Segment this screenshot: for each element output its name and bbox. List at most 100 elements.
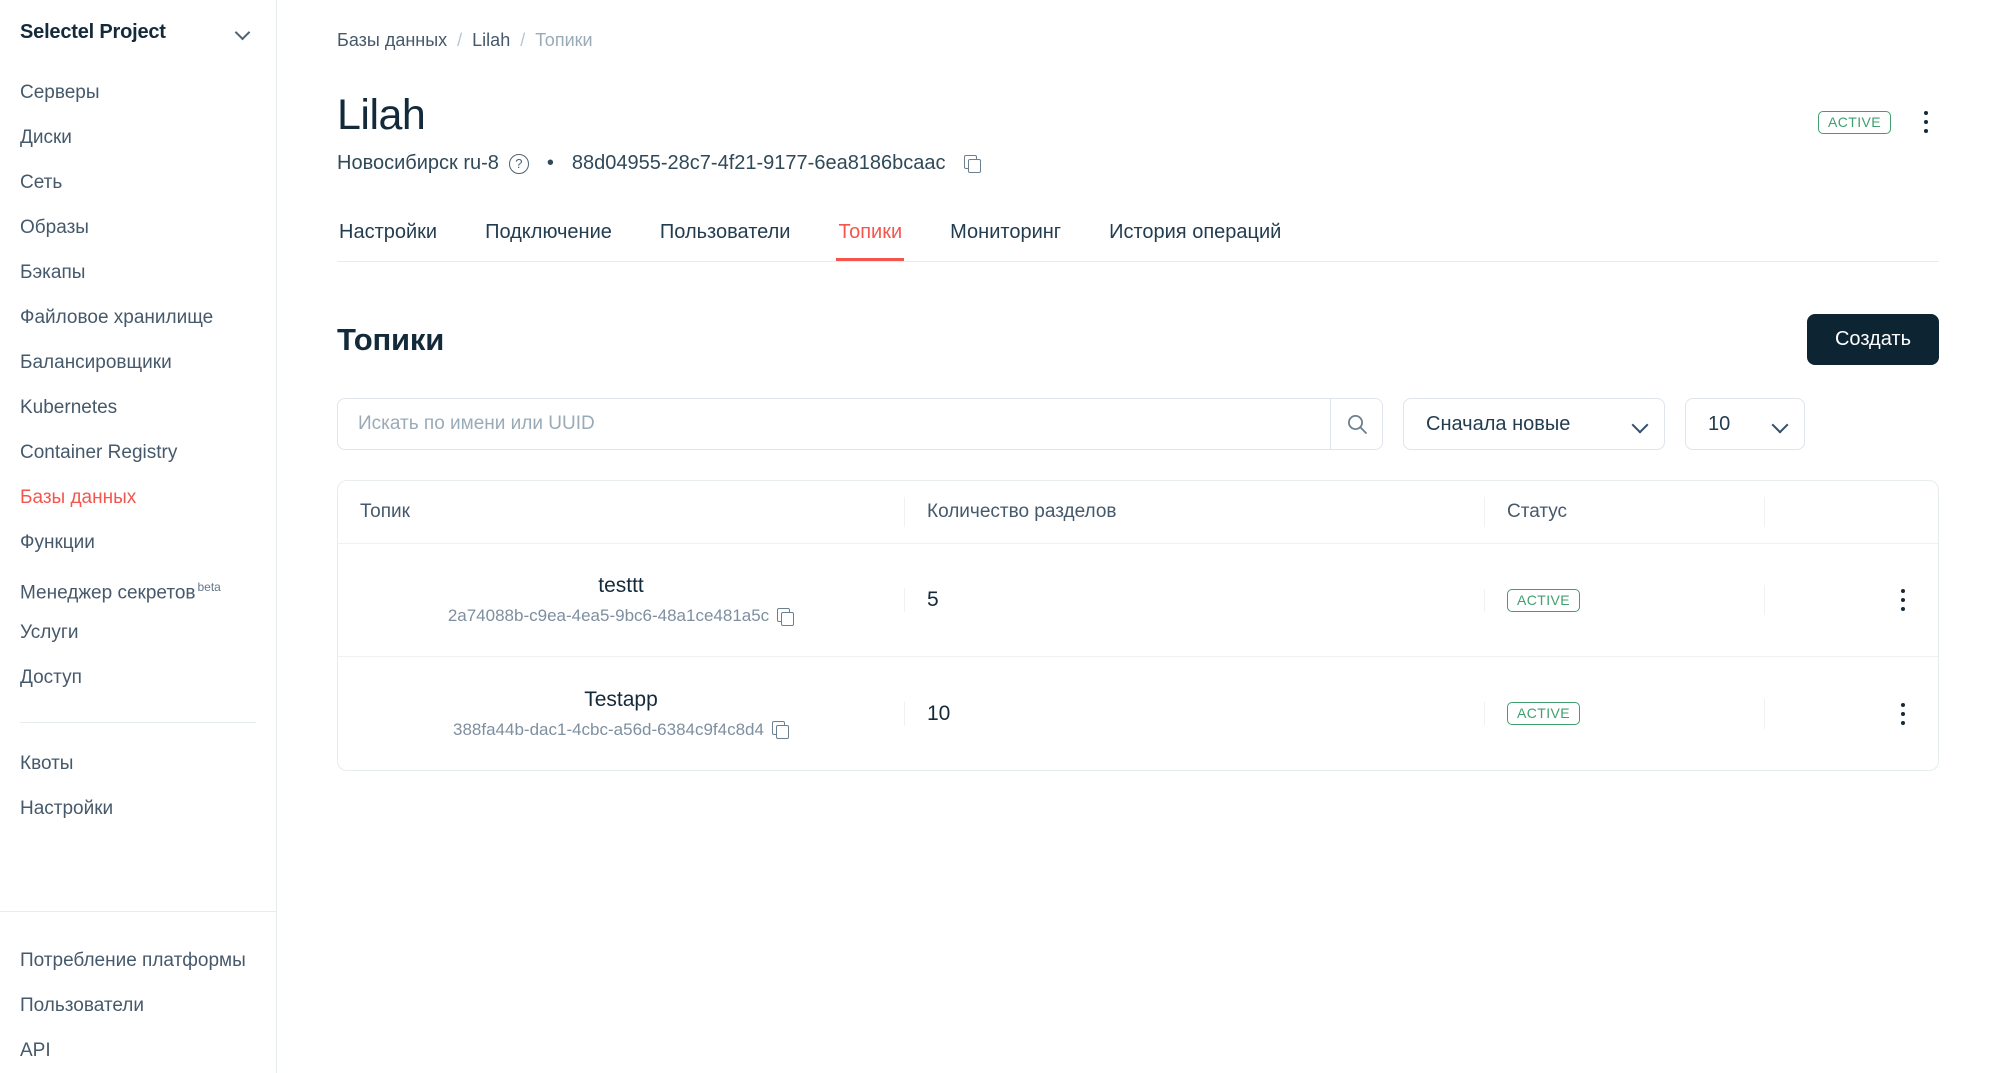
breadcrumb-separator: /: [457, 30, 462, 51]
topic-uuid-text: 2a74088b-c9ea-4ea5-9bc6-48a1ce481a5c: [448, 606, 769, 626]
chevron-down-icon[interactable]: [234, 23, 252, 41]
question-circle-icon[interactable]: ?: [509, 154, 529, 174]
tab-monitoring[interactable]: Мониторинг: [948, 221, 1063, 261]
table-header-row: Топик Количество разделов Статус: [338, 481, 1938, 544]
beta-badge: beta: [198, 580, 221, 594]
create-button[interactable]: Создать: [1807, 314, 1939, 365]
status-badge: ACTIVE: [1818, 111, 1891, 134]
cell-status: ACTIVE: [1484, 589, 1764, 612]
sidebar-item-access[interactable]: Доступ: [0, 655, 276, 700]
sidebar-item-label: Образы: [20, 217, 89, 238]
sidebar-item-label: Container Registry: [20, 442, 177, 463]
sidebar-item-users[interactable]: Пользователи: [0, 983, 276, 1028]
cell-partitions: 10: [904, 702, 1484, 726]
sidebar-nav-primary: Серверы Диски Сеть Образы Бэкапы Файлово…: [0, 46, 276, 700]
sidebar-item-backups[interactable]: Бэкапы: [0, 250, 276, 295]
sidebar-divider: [20, 722, 256, 723]
main-content: Базы данных / Lilah / Топики Lilah Новос…: [277, 0, 1999, 1073]
app-root: Selectel Project Серверы Диски Сеть Обра…: [0, 0, 1999, 1073]
sidebar-item-services[interactable]: Услуги: [0, 610, 276, 655]
sidebar: Selectel Project Серверы Диски Сеть Обра…: [0, 0, 277, 1073]
more-vertical-icon[interactable]: [1890, 585, 1916, 615]
tab-bar: Настройки Подключение Пользователи Топик…: [337, 221, 1939, 262]
cell-status: ACTIVE: [1484, 702, 1764, 725]
section-title: Топики: [337, 322, 444, 358]
cell-topic: testtt 2a74088b-c9ea-4ea5-9bc6-48a1ce481…: [338, 574, 904, 626]
sidebar-item-disks[interactable]: Диски: [0, 115, 276, 160]
status-badge: ACTIVE: [1507, 702, 1580, 725]
sidebar-item-label: Пользователи: [20, 995, 144, 1016]
sidebar-item-label: Диски: [20, 127, 72, 148]
sidebar-item-settings[interactable]: Настройки: [0, 786, 276, 831]
page-subheader: Новосибирск ru-8 ? • 88d04955-28c7-4f21-…: [337, 152, 981, 175]
tab-settings[interactable]: Настройки: [337, 221, 439, 261]
column-header-status: Статус: [1484, 497, 1764, 527]
copy-icon[interactable]: [964, 155, 981, 172]
sort-select-value: Сначала новые: [1426, 413, 1570, 436]
search-icon: [1346, 413, 1368, 435]
sidebar-item-file-storage[interactable]: Файловое хранилище: [0, 295, 276, 340]
sidebar-item-label: Квоты: [20, 753, 73, 774]
sidebar-item-label: Настройки: [20, 798, 113, 819]
cell-actions: [1764, 699, 1938, 729]
topic-uuid: 388fa44b-dac1-4cbc-a56d-6384c9f4c8d4: [453, 720, 789, 740]
tab-operations-history[interactable]: История операций: [1107, 221, 1283, 261]
sidebar-item-label: API: [20, 1040, 51, 1061]
sidebar-item-images[interactable]: Образы: [0, 205, 276, 250]
partitions-value: 5: [927, 588, 939, 612]
section-header: Топики Создать: [337, 314, 1939, 365]
sidebar-item-functions[interactable]: Функции: [0, 520, 276, 565]
topic-name-link[interactable]: testtt: [598, 574, 644, 598]
sidebar-item-label: Серверы: [20, 82, 100, 103]
sidebar-item-label: Сеть: [20, 172, 62, 193]
sort-select[interactable]: Сначала новые: [1403, 398, 1665, 450]
breadcrumb-separator: /: [520, 30, 525, 51]
sidebar-item-kubernetes[interactable]: Kubernetes: [0, 385, 276, 430]
sidebar-item-label: Доступ: [20, 667, 82, 688]
sidebar-item-secrets-manager[interactable]: Менеджер секретовbeta: [0, 565, 276, 610]
topics-table: Топик Количество разделов Статус testtt …: [337, 480, 1939, 771]
search-button[interactable]: [1330, 399, 1382, 449]
page-header-right: ACTIVE: [1818, 93, 1939, 137]
more-vertical-icon[interactable]: [1913, 107, 1939, 137]
sidebar-item-label: Функции: [20, 532, 95, 553]
sidebar-spacer: [0, 831, 276, 911]
page-title: Lilah: [337, 93, 981, 138]
tab-users[interactable]: Пользователи: [658, 221, 793, 261]
page-size-select[interactable]: 10: [1685, 398, 1805, 450]
sidebar-item-load-balancers[interactable]: Балансировщики: [0, 340, 276, 385]
sidebar-item-network[interactable]: Сеть: [0, 160, 276, 205]
topic-name-link[interactable]: Testapp: [584, 688, 658, 712]
column-header-actions: [1764, 497, 1938, 527]
cell-topic: Testapp 388fa44b-dac1-4cbc-a56d-6384c9f4…: [338, 688, 904, 740]
more-vertical-icon[interactable]: [1890, 699, 1916, 729]
tab-connection[interactable]: Подключение: [483, 221, 614, 261]
sidebar-item-platform-consumption[interactable]: Потребление платформы: [0, 938, 276, 983]
sidebar-item-api[interactable]: API: [0, 1028, 276, 1073]
copy-icon[interactable]: [772, 721, 789, 738]
sidebar-item-label: Файловое хранилище: [20, 307, 213, 328]
breadcrumb-item-lilah[interactable]: Lilah: [472, 30, 510, 51]
sidebar-item-label: Kubernetes: [20, 397, 117, 418]
sidebar-item-label: Услуги: [20, 622, 78, 643]
sidebar-item-label: Балансировщики: [20, 352, 172, 373]
project-name: Selectel Project: [20, 21, 166, 44]
table-row[interactable]: Testapp 388fa44b-dac1-4cbc-a56d-6384c9f4…: [338, 657, 1938, 770]
sidebar-nav-footer: Потребление платформы Пользователи API: [0, 911, 276, 1073]
toolbar: Сначала новые 10: [337, 398, 1939, 450]
sidebar-item-databases[interactable]: Базы данных: [0, 475, 276, 520]
separator-dot: •: [547, 152, 554, 175]
page-header: Lilah Новосибирск ru-8 ? • 88d04955-28c7…: [337, 93, 1939, 175]
sidebar-item-label: Бэкапы: [20, 262, 85, 283]
table-row[interactable]: testtt 2a74088b-c9ea-4ea5-9bc6-48a1ce481…: [338, 544, 1938, 657]
sidebar-item-servers[interactable]: Серверы: [0, 70, 276, 115]
project-switcher[interactable]: Selectel Project: [0, 0, 276, 46]
search-field[interactable]: [337, 398, 1383, 450]
sidebar-item-quotas[interactable]: Квоты: [0, 741, 276, 786]
cluster-uuid: 88d04955-28c7-4f21-9177-6ea8186bcaac: [572, 152, 946, 175]
breadcrumb-item-databases[interactable]: Базы данных: [337, 30, 447, 51]
sidebar-item-container-registry[interactable]: Container Registry: [0, 430, 276, 475]
copy-icon[interactable]: [777, 608, 794, 625]
tab-topics[interactable]: Топики: [836, 221, 904, 261]
search-input[interactable]: [338, 399, 1330, 449]
